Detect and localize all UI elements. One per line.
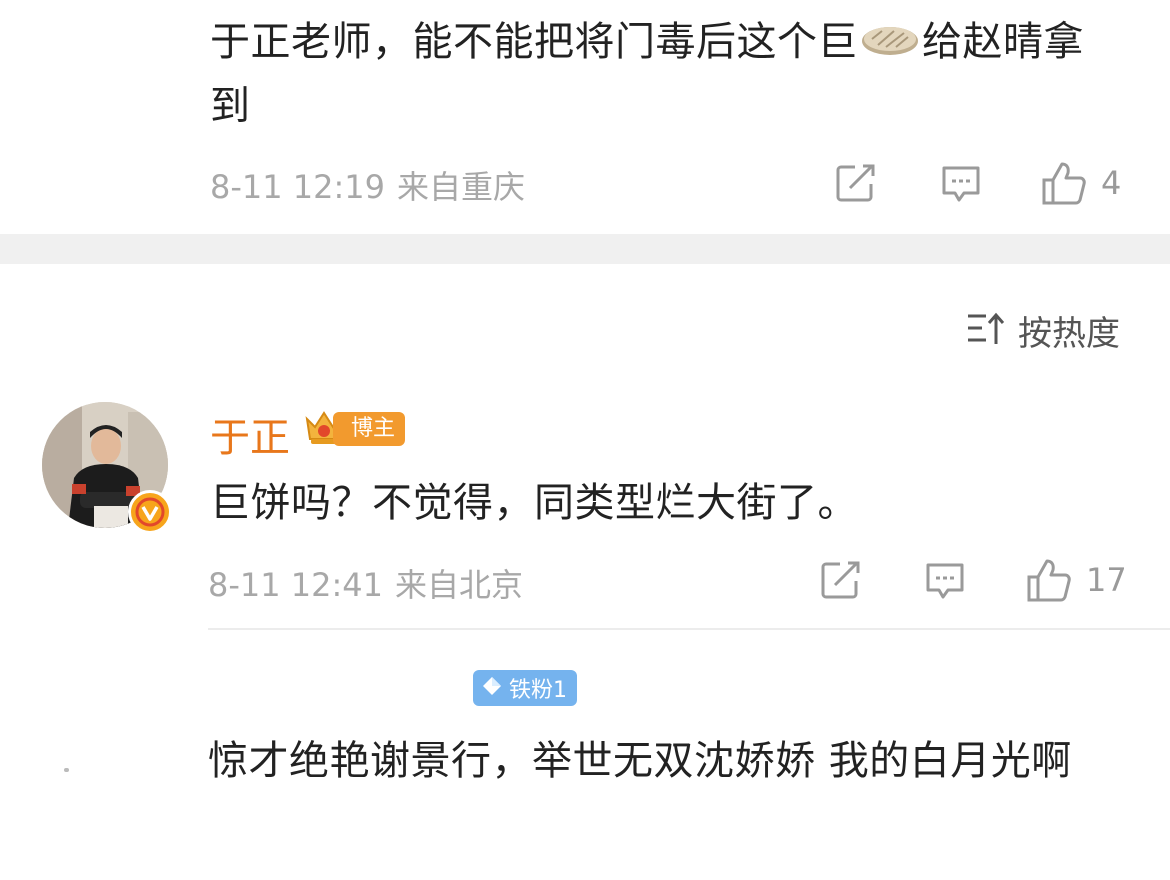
author-name[interactable]: 于正 xyxy=(210,405,290,463)
verified-badge-icon xyxy=(128,490,172,534)
comment-1-text: 于正老师，能不能把将门毒后这个巨 给赵晴拿到 xyxy=(210,12,1120,136)
comment-1-repost-button[interactable] xyxy=(835,163,877,203)
comment-1-time: 8-11 12:19 xyxy=(210,168,386,206)
comment-icon xyxy=(940,163,982,205)
cake-emoji-icon xyxy=(860,16,920,76)
repost-icon xyxy=(820,560,862,600)
section-separator xyxy=(0,234,1170,264)
blogger-badge: 博主 xyxy=(303,407,406,451)
comment-2-like-count: 17 xyxy=(1086,561,1127,599)
comment-1-reply-button[interactable] xyxy=(940,163,982,205)
comment-divider xyxy=(208,628,1170,630)
fan-badge: 铁粉1 xyxy=(473,670,577,706)
comment-1-like-count: 4 xyxy=(1101,164,1122,202)
comment-1-meta: 8-11 12:19 来自重庆 xyxy=(210,162,525,208)
comment-2-repost-button[interactable] xyxy=(820,560,862,600)
comment-2-reply-button[interactable] xyxy=(924,560,966,602)
diamond-icon xyxy=(481,675,503,701)
comment-2-text: 巨饼吗？不觉得，同类型烂大街了。 xyxy=(210,480,858,526)
comment-1-location: 来自重庆 xyxy=(397,168,526,206)
weibo-comment-thread: 于正老师，能不能把将门毒后这个巨 给赵晴拿到 8-11 12:19 来自重庆 4… xyxy=(0,0,1170,880)
comment-2-time: 8-11 12:41 xyxy=(208,566,384,604)
sort-icon xyxy=(966,310,1006,350)
thumbs-up-icon xyxy=(1041,160,1087,206)
comment-1-text-part1: 于正老师，能不能把将门毒后这个巨 xyxy=(210,19,858,65)
comment-2-meta: 8-11 12:41 来自北京 xyxy=(208,560,523,606)
comment-icon xyxy=(924,560,966,602)
blogger-badge-label: 博主 xyxy=(333,412,406,446)
sort-label: 按热度 xyxy=(1018,313,1120,354)
comment-1-like-button[interactable]: 4 xyxy=(1041,160,1121,206)
comment-2-location: 来自北京 xyxy=(395,566,524,604)
comment-3-text: 惊才绝艳谢景行，举世无双沈娇娇 我的白月光啊 xyxy=(208,738,1072,784)
thumbs-up-icon xyxy=(1026,557,1072,603)
fan-badge-label: 铁粉1 xyxy=(509,678,567,703)
comment-2-like-button[interactable]: 17 xyxy=(1026,557,1127,603)
avatar-placeholder xyxy=(64,768,69,772)
repost-icon xyxy=(835,163,877,203)
sort-by-hot-button[interactable]: 按热度 xyxy=(966,310,1120,354)
